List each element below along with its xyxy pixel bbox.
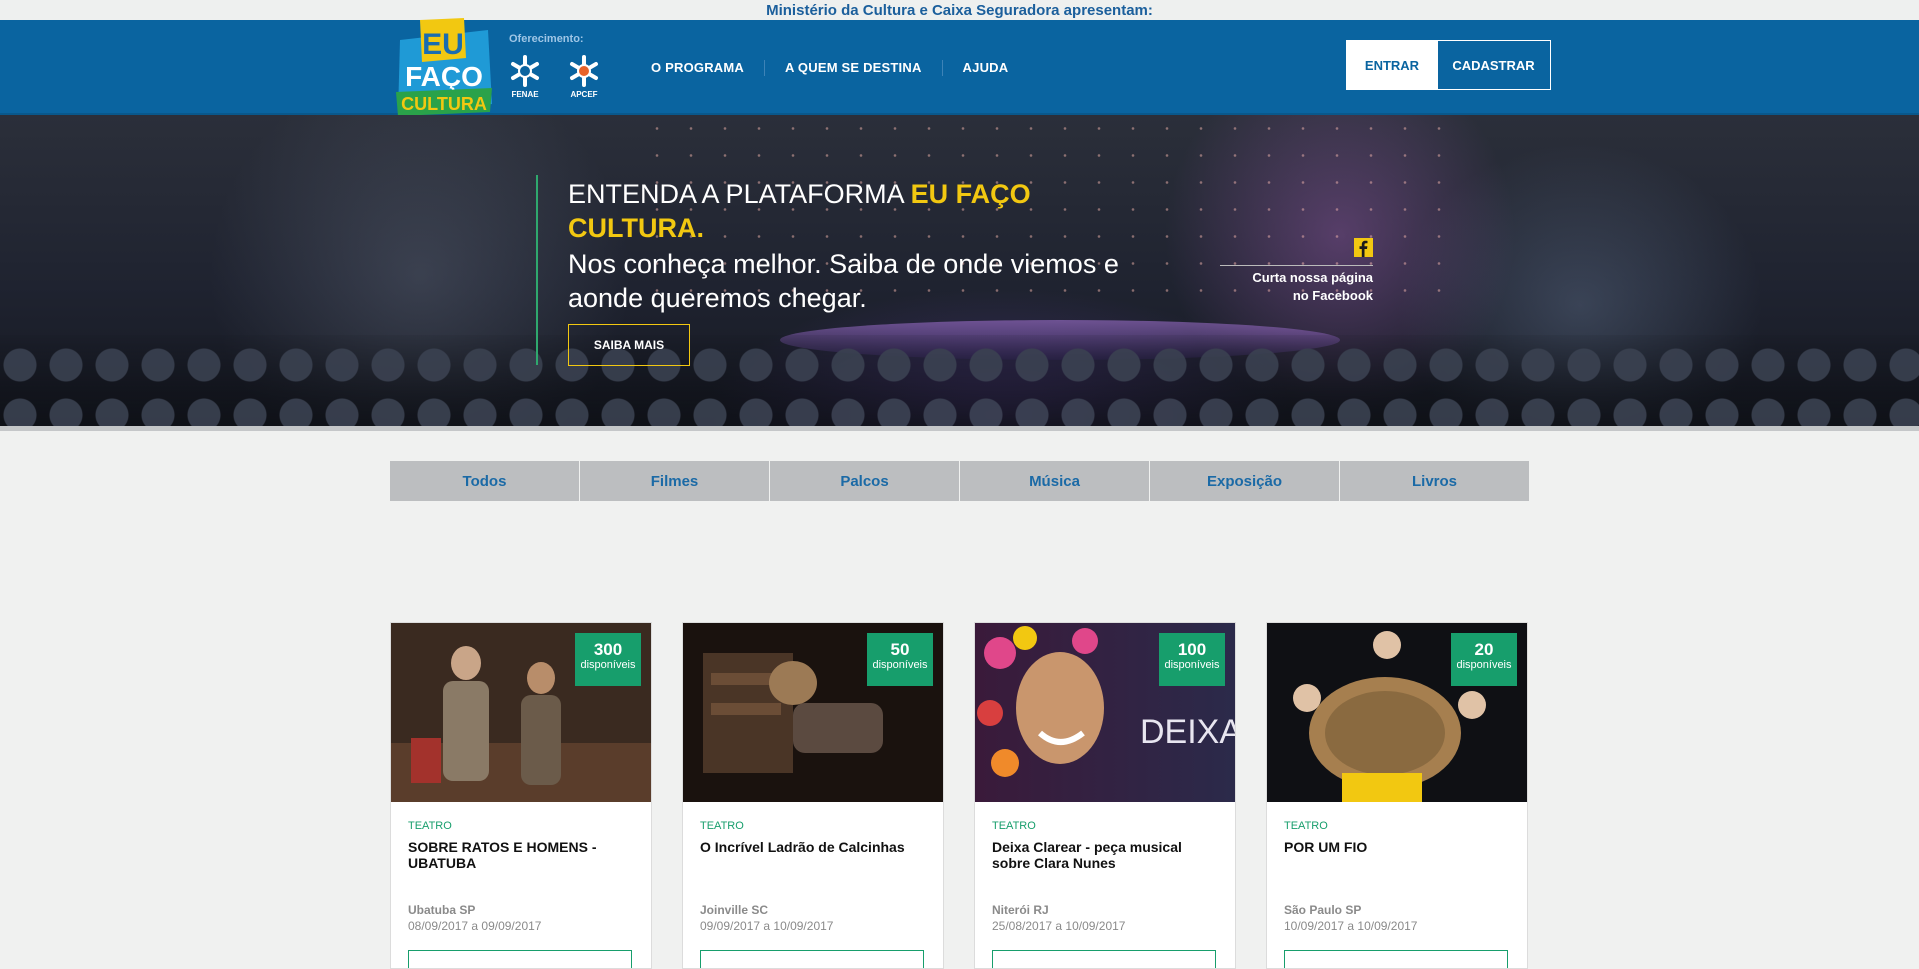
eu-faco-cultura-logo[interactable]: EU FAÇO CULTURA xyxy=(392,0,496,130)
event-card[interactable]: 20 disponíveis TEATRO POR UM FIO São Pau… xyxy=(1266,622,1528,969)
logo-line-cultura: CULTURA xyxy=(401,94,487,114)
tab-todos[interactable]: Todos xyxy=(390,461,580,501)
event-action-button[interactable] xyxy=(700,950,924,968)
availability-label: disponíveis xyxy=(1164,659,1220,671)
tab-livros[interactable]: Livros xyxy=(1340,461,1529,501)
event-title[interactable]: POR UM FIO xyxy=(1284,839,1514,855)
category-tabs: Todos Filmes Palcos Música Exposição Liv… xyxy=(390,461,1529,501)
event-category: TEATRO xyxy=(992,820,1036,832)
hero-accent-line xyxy=(536,175,538,365)
event-card[interactable]: 300 disponíveis TEATRO SOBRE RATOS E HOM… xyxy=(390,622,652,969)
availability-count: 100 xyxy=(1177,640,1207,659)
event-action-button[interactable] xyxy=(992,950,1216,968)
hero-audience xyxy=(0,335,1919,426)
logo-line-eu: EU xyxy=(422,28,464,61)
facebook-link[interactable]: Curta nossa página no Facebook xyxy=(1220,269,1373,305)
availability-count: 50 xyxy=(890,640,910,659)
sponsor-apcef-label: APCEF xyxy=(570,90,598,99)
availability-label: disponíveis xyxy=(1456,659,1512,671)
availability-badge: 100 disponíveis xyxy=(1159,633,1225,686)
availability-badge: 50 disponíveis xyxy=(867,633,933,686)
facebook-divider xyxy=(1220,265,1373,266)
availability-label: disponíveis xyxy=(580,659,636,671)
hero-banner: ENTENDA A PLATAFORMA EU FAÇO CULTURA. No… xyxy=(0,115,1919,426)
availability-badge: 300 disponíveis xyxy=(575,633,641,686)
facebook-icon[interactable] xyxy=(1354,238,1373,257)
site-header: EU FAÇO CULTURA Oferecimento: FENAE APCE… xyxy=(0,18,1919,116)
event-card[interactable]: DEIXA CLAREA 100 disponíveis TEATRO Deix… xyxy=(974,622,1236,969)
event-dates: 25/08/2017 a 10/09/2017 xyxy=(992,919,1126,933)
availability-label: disponíveis xyxy=(872,659,928,671)
oferecimento-label: Oferecimento: xyxy=(509,33,584,45)
saiba-mais-button[interactable]: SAIBA MAIS xyxy=(568,324,690,366)
sponsor-fenae[interactable]: FENAE xyxy=(505,54,545,99)
event-title[interactable]: Deixa Clarear - peça musical sobre Clara… xyxy=(992,839,1222,871)
event-title[interactable]: O Incrível Ladrão de Calcinhas xyxy=(700,839,930,855)
event-category: TEATRO xyxy=(700,820,744,832)
hero-title-plain: ENTENDA A PLATAFORMA xyxy=(568,179,911,209)
fenae-icon xyxy=(511,55,539,87)
sponsor-apcef[interactable]: APCEF xyxy=(564,54,604,99)
event-action-button[interactable] xyxy=(1284,950,1508,968)
tab-exposicao[interactable]: Exposição xyxy=(1150,461,1340,501)
hero-title: ENTENDA A PLATAFORMA EU FAÇO CULTURA. xyxy=(568,177,1128,245)
nav-ajuda[interactable]: AJUDA xyxy=(943,60,1029,76)
event-title[interactable]: SOBRE RATOS E HOMENS - UBATUBA xyxy=(408,839,638,871)
nav-a-quem-se-destina[interactable]: A QUEM SE DESTINA xyxy=(765,59,943,76)
event-dates: 09/09/2017 a 10/09/2017 xyxy=(700,919,834,933)
event-action-button[interactable] xyxy=(408,950,632,968)
facebook-text-line2: no Facebook xyxy=(1292,288,1373,303)
hero-subtitle: Nos conheça melhor. Saiba de onde viemos… xyxy=(568,249,1119,313)
nav-o-programa[interactable]: O PROGRAMA xyxy=(651,59,765,76)
event-location: São Paulo SP xyxy=(1284,903,1362,917)
availability-badge: 20 disponíveis xyxy=(1451,633,1517,686)
availability-count: 20 xyxy=(1474,640,1494,659)
apcef-icon xyxy=(570,55,598,87)
event-dates: 08/09/2017 a 09/09/2017 xyxy=(408,919,542,933)
event-cards: 300 disponíveis TEATRO SOBRE RATOS E HOM… xyxy=(390,622,1531,969)
event-location: Ubatuba SP xyxy=(408,903,476,917)
logo-line-faco: FAÇO xyxy=(405,61,483,92)
sponsor-fenae-label: FENAE xyxy=(511,90,539,99)
top-announcement: Ministério da Cultura e Caixa Seguradora… xyxy=(0,0,1919,20)
facebook-text-line1: Curta nossa página xyxy=(1252,270,1373,285)
event-category: TEATRO xyxy=(1284,820,1328,832)
main-nav: O PROGRAMA A QUEM SE DESTINA AJUDA xyxy=(651,20,1028,115)
tab-filmes[interactable]: Filmes xyxy=(580,461,770,501)
tab-palcos[interactable]: Palcos xyxy=(770,461,960,501)
cadastrar-button[interactable]: CADASTRAR xyxy=(1436,40,1551,90)
event-location: Niterói RJ xyxy=(992,903,1049,917)
hero-bottom-border xyxy=(0,426,1919,431)
event-category: TEATRO xyxy=(408,820,452,832)
event-dates: 10/09/2017 a 10/09/2017 xyxy=(1284,919,1418,933)
event-location: Joinville SC xyxy=(700,903,769,917)
entrar-button[interactable]: ENTRAR xyxy=(1346,40,1438,90)
availability-count: 300 xyxy=(593,640,623,659)
event-card[interactable]: 50 disponíveis TEATRO O Incrível Ladrão … xyxy=(682,622,944,969)
image-poster-text: DEIXA CLAREA xyxy=(1140,713,1235,751)
tab-musica[interactable]: Música xyxy=(960,461,1150,501)
